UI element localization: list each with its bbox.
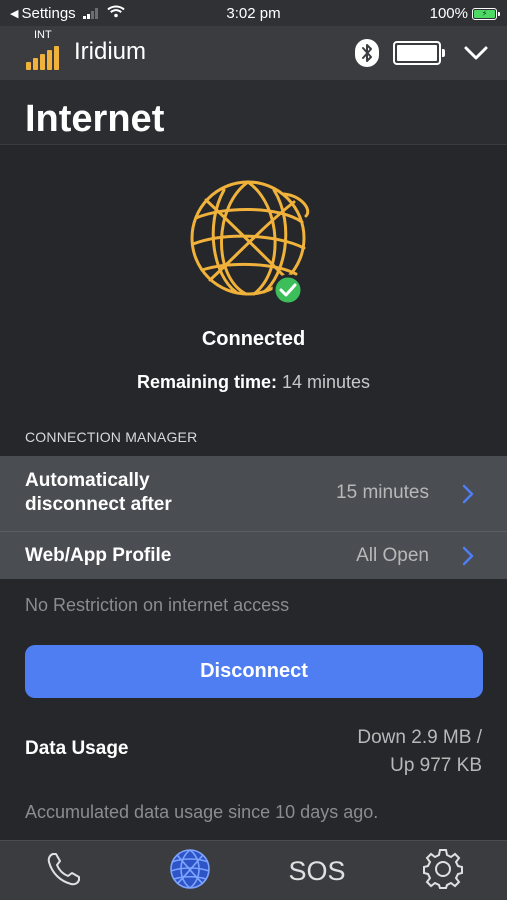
restriction-note: No Restriction on internet access [25,595,290,615]
web-app-profile-label: Web/App Profile [25,545,172,566]
data-usage-note: Accumulated data usage since 10 days ago… [25,802,379,822]
signal-strength-icon [26,46,59,70]
internet-globe-icon [168,847,212,896]
auto-disconnect-label: Automatically disconnect after [25,470,172,515]
chevron-down-icon[interactable] [462,40,490,66]
device-battery-icon [393,41,445,65]
web-app-profile-row[interactable]: Web/App Profile All Open [0,533,507,579]
iridium-globe-icon [184,176,324,312]
connection-status: Connected [201,328,306,350]
brand-name: Iridium [74,38,147,65]
chevron-right-icon [461,484,475,504]
tab-sos[interactable]: SOS [282,849,352,893]
auto-disconnect-row[interactable]: Automatically disconnect after 15 minute… [0,456,507,532]
connection-manager-header: CONNECTION MANAGER [25,429,198,445]
page-title: Internet [25,98,165,140]
data-usage-down: Down 2.9 MB / [357,727,482,748]
disconnect-button[interactable]: Disconnect [25,645,483,698]
battery-percent: 100% [429,5,468,22]
network-type-label: INT [34,29,52,41]
title-bar: Internet [0,80,507,145]
chevron-right-icon [461,546,475,566]
auto-disconnect-value: 15 minutes [336,482,429,503]
remaining-time-label: Remaining time: [136,372,277,392]
tab-internet[interactable] [167,847,213,896]
web-app-profile-value: All Open [356,545,429,566]
phone-icon [44,849,84,894]
data-usage-value: Down 2.9 MB / Up 977 KB [357,724,482,780]
tab-bar: SOS [0,840,507,900]
tab-phone[interactable] [42,849,86,893]
tab-settings[interactable] [420,848,466,895]
gear-icon [422,848,464,895]
battery-icon: ⚡ [472,7,500,20]
data-usage-up: Up 977 KB [390,755,482,776]
app-header: INT Iridium [0,26,507,80]
bluetooth-icon[interactable] [355,39,379,67]
data-usage-label: Data Usage [25,738,129,759]
remaining-time: Remaining time: 14 minutes [0,372,507,393]
remaining-time-value: 14 minutes [276,372,371,392]
status-bar: ◀ Settings 3:02 pm 100% ⚡ [0,0,507,26]
status-right: 100% ⚡ [429,5,500,22]
connection-settings-list: Automatically disconnect after 15 minute… [0,456,507,579]
